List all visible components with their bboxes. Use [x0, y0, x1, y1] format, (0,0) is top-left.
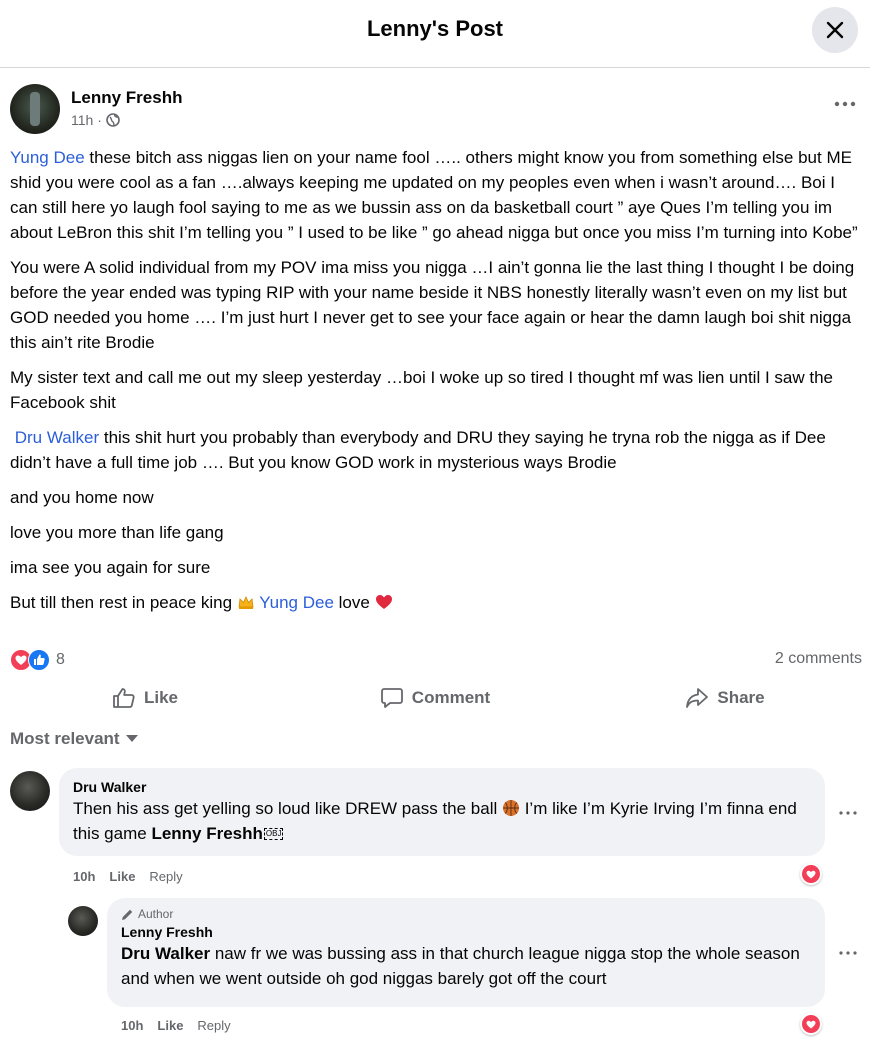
mention-link[interactable]: Dru Walker: [15, 428, 99, 447]
love-reaction-icon: [802, 865, 820, 883]
post-paragraph: Dru Walker this shit hurt you probably t…: [10, 425, 865, 475]
post-paragraph: love you more than life gang: [10, 523, 224, 542]
crown-emoji: [238, 596, 254, 609]
mention-link[interactable]: Yung Dee: [259, 593, 334, 612]
reply-more-button[interactable]: [836, 945, 860, 961]
object-replacement-glyph: OBJ: [263, 828, 284, 840]
mention-link[interactable]: Yung Dee: [10, 148, 85, 167]
post-time[interactable]: 11h ·: [71, 112, 102, 128]
globe-icon: [106, 113, 120, 127]
comment-reply-button[interactable]: Reply: [149, 869, 182, 884]
commenter-name[interactable]: Dru Walker: [73, 778, 811, 796]
like-icon: [113, 688, 135, 708]
comment-label: Comment: [411, 688, 491, 707]
comment-text-part: naw fr we was bussing ass in that church…: [121, 944, 800, 988]
author-name[interactable]: Lenny Freshh: [71, 88, 182, 108]
comment-sort-dropdown[interactable]: Most relevant: [10, 729, 138, 749]
comment-actions: 10h Like Reply: [73, 869, 183, 884]
share-icon: [686, 688, 709, 708]
reply-like-button[interactable]: Like: [157, 1018, 183, 1033]
comment-text: Dru Walker naw fr we was bussing ass in …: [121, 941, 811, 991]
paragraph-text: love: [333, 593, 375, 612]
dialog-header: Lenny's Post: [0, 0, 870, 68]
paragraph-text: But till then rest in peace king: [10, 593, 237, 612]
reply-avatar[interactable]: [68, 906, 98, 936]
post-actions: Like Comment Share: [0, 680, 870, 716]
post-paragraph: Yung Dee these bitch ass niggas lien on …: [10, 145, 865, 245]
comment-bubble: Dru Walker Then his ass get yelling so l…: [59, 768, 825, 856]
heart-emoji: [375, 595, 392, 609]
like-label: Like: [143, 688, 179, 707]
comment-button[interactable]: Comment: [290, 680, 580, 716]
author-badge-label: Author: [138, 907, 174, 921]
comment-text: Then his ass get yelling so loud like DR…: [73, 796, 811, 846]
comment-text-part: Then his ass get yelling so loud like DR…: [73, 799, 502, 818]
post-paragraph: You were A solid individual from my POV …: [10, 258, 855, 352]
reaction-count: 8: [56, 651, 65, 668]
mention-link[interactable]: Dru Walker: [121, 944, 210, 963]
author-avatar[interactable]: [10, 84, 60, 134]
chevron-down-icon: [125, 735, 138, 742]
comment-icon: [380, 688, 403, 708]
reaction-summary[interactable]: 8: [10, 649, 65, 671]
more-icon: [834, 101, 856, 107]
reply-actions: 10h Like Reply: [121, 1018, 231, 1033]
basketball-emoji: [502, 800, 519, 816]
post-header: Lenny Freshh 11h ·: [10, 84, 860, 136]
comment-like-button[interactable]: Like: [109, 869, 135, 884]
post-paragraph: But till then rest in peace king Yung De…: [10, 590, 865, 615]
paragraph-text: this shit hurt you probably than everybo…: [10, 428, 826, 472]
comment-reaction-badge[interactable]: [800, 863, 822, 885]
author-badge: Author: [121, 907, 811, 921]
close-icon: [826, 21, 844, 39]
comment-avatar[interactable]: [10, 771, 50, 811]
mention-link[interactable]: Lenny Freshh: [151, 824, 262, 843]
reply-time[interactable]: 10h: [121, 1018, 143, 1033]
close-button[interactable]: [812, 7, 858, 53]
comment-time[interactable]: 10h: [73, 869, 95, 884]
post-meta: 11h ·: [71, 112, 120, 128]
reply-reaction-badge[interactable]: [800, 1013, 822, 1035]
share-button[interactable]: Share: [580, 680, 870, 716]
reply-bubble: Author Lenny Freshh Dru Walker naw fr we…: [107, 898, 825, 1007]
love-reaction-icon: [802, 1015, 820, 1033]
post-paragraph: ima see you again for sure: [10, 558, 211, 577]
like-button[interactable]: Like: [0, 680, 290, 716]
comment-count[interactable]: 2 comments: [775, 650, 862, 668]
post-paragraph: and you home now: [10, 488, 154, 507]
like-reaction-icon: [28, 649, 50, 671]
reply-reply-button[interactable]: Reply: [197, 1018, 230, 1033]
post-more-button[interactable]: [830, 94, 860, 114]
more-icon: [839, 951, 857, 955]
dialog-title: Lenny's Post: [366, 16, 504, 41]
share-label: Share: [717, 688, 765, 707]
commenter-name[interactable]: Lenny Freshh: [121, 923, 811, 941]
comment-more-button[interactable]: [836, 805, 860, 821]
post-paragraph: My sister text and call me out my sleep …: [10, 368, 833, 412]
pencil-icon: [122, 909, 133, 920]
more-icon: [839, 811, 857, 815]
sort-label: Most relevant: [10, 729, 120, 748]
post-body: Yung Dee these bitch ass niggas lien on …: [10, 145, 865, 625]
paragraph-text: these bitch ass niggas lien on your name…: [10, 148, 858, 242]
